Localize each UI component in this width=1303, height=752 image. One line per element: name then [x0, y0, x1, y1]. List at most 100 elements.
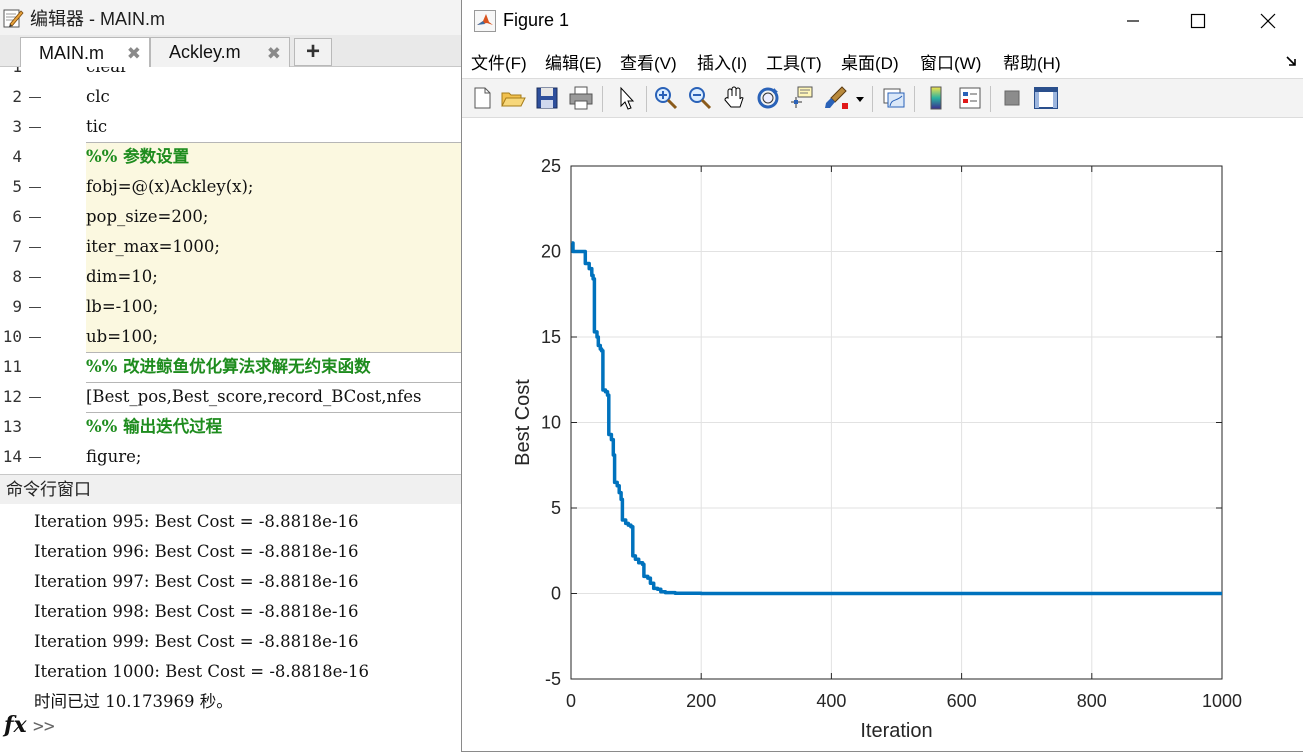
x-tick-label: 1000	[1202, 691, 1242, 711]
breakpoint-marker[interactable]	[29, 307, 41, 308]
tab-main-m[interactable]: MAIN.m ✖	[20, 37, 150, 68]
command-output-line: Iteration 998: Best Cost = -8.8818e-16	[34, 602, 359, 621]
code-line[interactable]: 5 fobj=@(x)Ackley(x);	[0, 172, 470, 202]
minimize-icon	[1127, 20, 1139, 22]
menu-item[interactable]: 桌面(D)	[841, 49, 899, 74]
tab-ackley-m[interactable]: Ackley.m ✖	[150, 37, 290, 67]
data-cursor-icon[interactable]	[788, 84, 816, 112]
code-line[interactable]: 11 %% 改进鲸鱼优化算法求解无约束函数	[0, 352, 470, 382]
menu-item[interactable]: 工具(T)	[766, 49, 822, 74]
brush-icon[interactable]	[822, 84, 850, 112]
code-line[interactable]: 13 %% 输出迭代过程	[0, 412, 470, 442]
figure-toolbar	[462, 78, 1303, 118]
convergence-chart[interactable]: 0 200 400 600 800 1000-50510152025IterationBe…	[462, 119, 1303, 751]
x-tick-label: 0	[566, 691, 576, 711]
code-line[interactable]: 14 figure;	[0, 442, 470, 468]
breakpoint-marker[interactable]	[29, 187, 41, 188]
figure-titlebar: Figure 1	[462, 0, 1303, 42]
x-tick-label: 800	[1077, 691, 1107, 711]
breakpoint-marker[interactable]	[29, 217, 41, 218]
figure-title: Figure 1	[503, 10, 570, 30]
save-icon[interactable]	[533, 84, 561, 112]
maximize-button[interactable]	[1163, 0, 1233, 42]
menu-item[interactable]: 文件(F)	[471, 49, 527, 74]
editor-title: 编辑器 - MAIN.m	[30, 8, 165, 29]
breakpoint-marker[interactable]	[29, 277, 41, 278]
code-text: pop_size=200;	[86, 207, 209, 226]
function-browser-icon[interactable]: fx	[4, 712, 27, 738]
hide-plot-tools-icon[interactable]	[998, 84, 1026, 112]
code-editor[interactable]: 1 clear 2 clc 3 tic 4 %% 参数设置 5 fobj=@(x)Ackley(x…	[0, 67, 470, 468]
breakpoint-marker[interactable]	[29, 337, 41, 338]
command-prompt[interactable]: >>	[33, 716, 55, 737]
minimize-button[interactable]	[1098, 0, 1168, 42]
open-file-icon[interactable]	[499, 84, 527, 112]
close-window-button[interactable]	[1233, 0, 1303, 42]
code-line[interactable]: 4 %% 参数设置	[0, 142, 470, 172]
code-text: clear	[86, 67, 128, 82]
command-output-line: Iteration 995: Best Cost = -8.8818e-16	[34, 512, 359, 531]
breakpoint-marker[interactable]	[29, 397, 41, 398]
x-tick-label: 600	[947, 691, 977, 711]
code-line[interactable]: 8 dim=10;	[0, 262, 470, 292]
menu-item[interactable]: 插入(I)	[697, 49, 747, 74]
pointer-icon[interactable]	[612, 84, 640, 112]
zoom-in-icon[interactable]	[652, 84, 680, 112]
line-number: 7	[12, 237, 22, 256]
menu-item[interactable]: 帮助(H)	[1003, 49, 1061, 74]
maximize-icon	[1190, 13, 1206, 29]
code-text: tic	[86, 117, 108, 136]
command-output-line: Iteration 997: Best Cost = -8.8818e-16	[34, 572, 359, 591]
y-tick-label: 0	[551, 584, 561, 604]
code-line[interactable]: 10 ub=100;	[0, 322, 470, 352]
command-window[interactable]: Iteration 995: Best Cost = -8.8818e-16 It…	[0, 504, 470, 752]
code-text: dim=10;	[86, 267, 158, 286]
code-line[interactable]: 2 clc	[0, 82, 470, 112]
chevron-down-icon[interactable]	[856, 95, 864, 103]
colorbar-icon[interactable]	[922, 84, 950, 112]
rotate-3d-icon[interactable]	[754, 84, 782, 112]
toolbar-separator	[914, 86, 915, 112]
code-line[interactable]: 3 tic	[0, 112, 470, 142]
legend-icon[interactable]	[956, 84, 984, 112]
print-icon[interactable]	[567, 84, 595, 112]
close-icon[interactable]: ✖	[127, 44, 141, 64]
y-tick-label: -5	[545, 669, 561, 689]
editor-pencil-icon	[3, 9, 24, 27]
toolbar-separator	[646, 86, 647, 112]
code-line[interactable]: 1 clear	[0, 67, 470, 82]
code-text: ub=100;	[86, 327, 159, 346]
plot-area[interactable]: 0 200 400 600 800 1000 -5 0 5 10 15 20 25 Iteration Be…	[462, 119, 1303, 751]
line-number: 4	[12, 147, 22, 166]
code-line[interactable]: 12 [Best_pos,Best_score,record_BCost,nfes	[0, 382, 470, 412]
breakpoint-marker[interactable]	[29, 97, 41, 98]
breakpoint-marker[interactable]	[29, 127, 41, 128]
code-line[interactable]: 7 iter_max=1000;	[0, 232, 470, 262]
show-plot-tools-icon[interactable]	[1032, 84, 1060, 112]
menu-item[interactable]: 编辑(E)	[545, 49, 602, 74]
line-number: 6	[12, 207, 22, 226]
x-axis-label: Iteration	[860, 720, 932, 742]
breakpoint-marker[interactable]	[29, 247, 41, 248]
line-number: 2	[12, 87, 22, 106]
command-output-line: Iteration 1000: Best Cost = -8.8818e-16	[34, 662, 369, 681]
dock-arrow-icon[interactable]	[1285, 55, 1297, 67]
code-line[interactable]: 9 lb=-100;	[0, 292, 470, 322]
pan-hand-icon[interactable]	[720, 84, 748, 112]
code-text: lb=-100;	[86, 297, 159, 316]
link-plot-icon[interactable]	[880, 84, 908, 112]
figure-window: Figure 1 文件(F) 编辑(E) 查看(V) 插入(I) 工具(T) 桌面(D) 窗…	[461, 0, 1303, 752]
new-figure-icon[interactable]	[468, 84, 496, 112]
matlab-logo-icon	[474, 10, 496, 32]
zoom-out-icon[interactable]	[686, 84, 714, 112]
menu-item[interactable]: 查看(V)	[620, 49, 677, 74]
add-tab-button[interactable]: +	[294, 38, 332, 66]
y-tick-label: 25	[541, 156, 561, 176]
code-comment: %% 参数设置	[86, 147, 190, 166]
line-number: 3	[12, 117, 22, 136]
close-icon[interactable]: ✖	[267, 44, 281, 64]
cell-divider	[86, 382, 470, 383]
menu-item[interactable]: 窗口(W)	[920, 49, 981, 74]
code-line[interactable]: 6 pop_size=200;	[0, 202, 470, 232]
breakpoint-marker[interactable]	[29, 457, 41, 458]
